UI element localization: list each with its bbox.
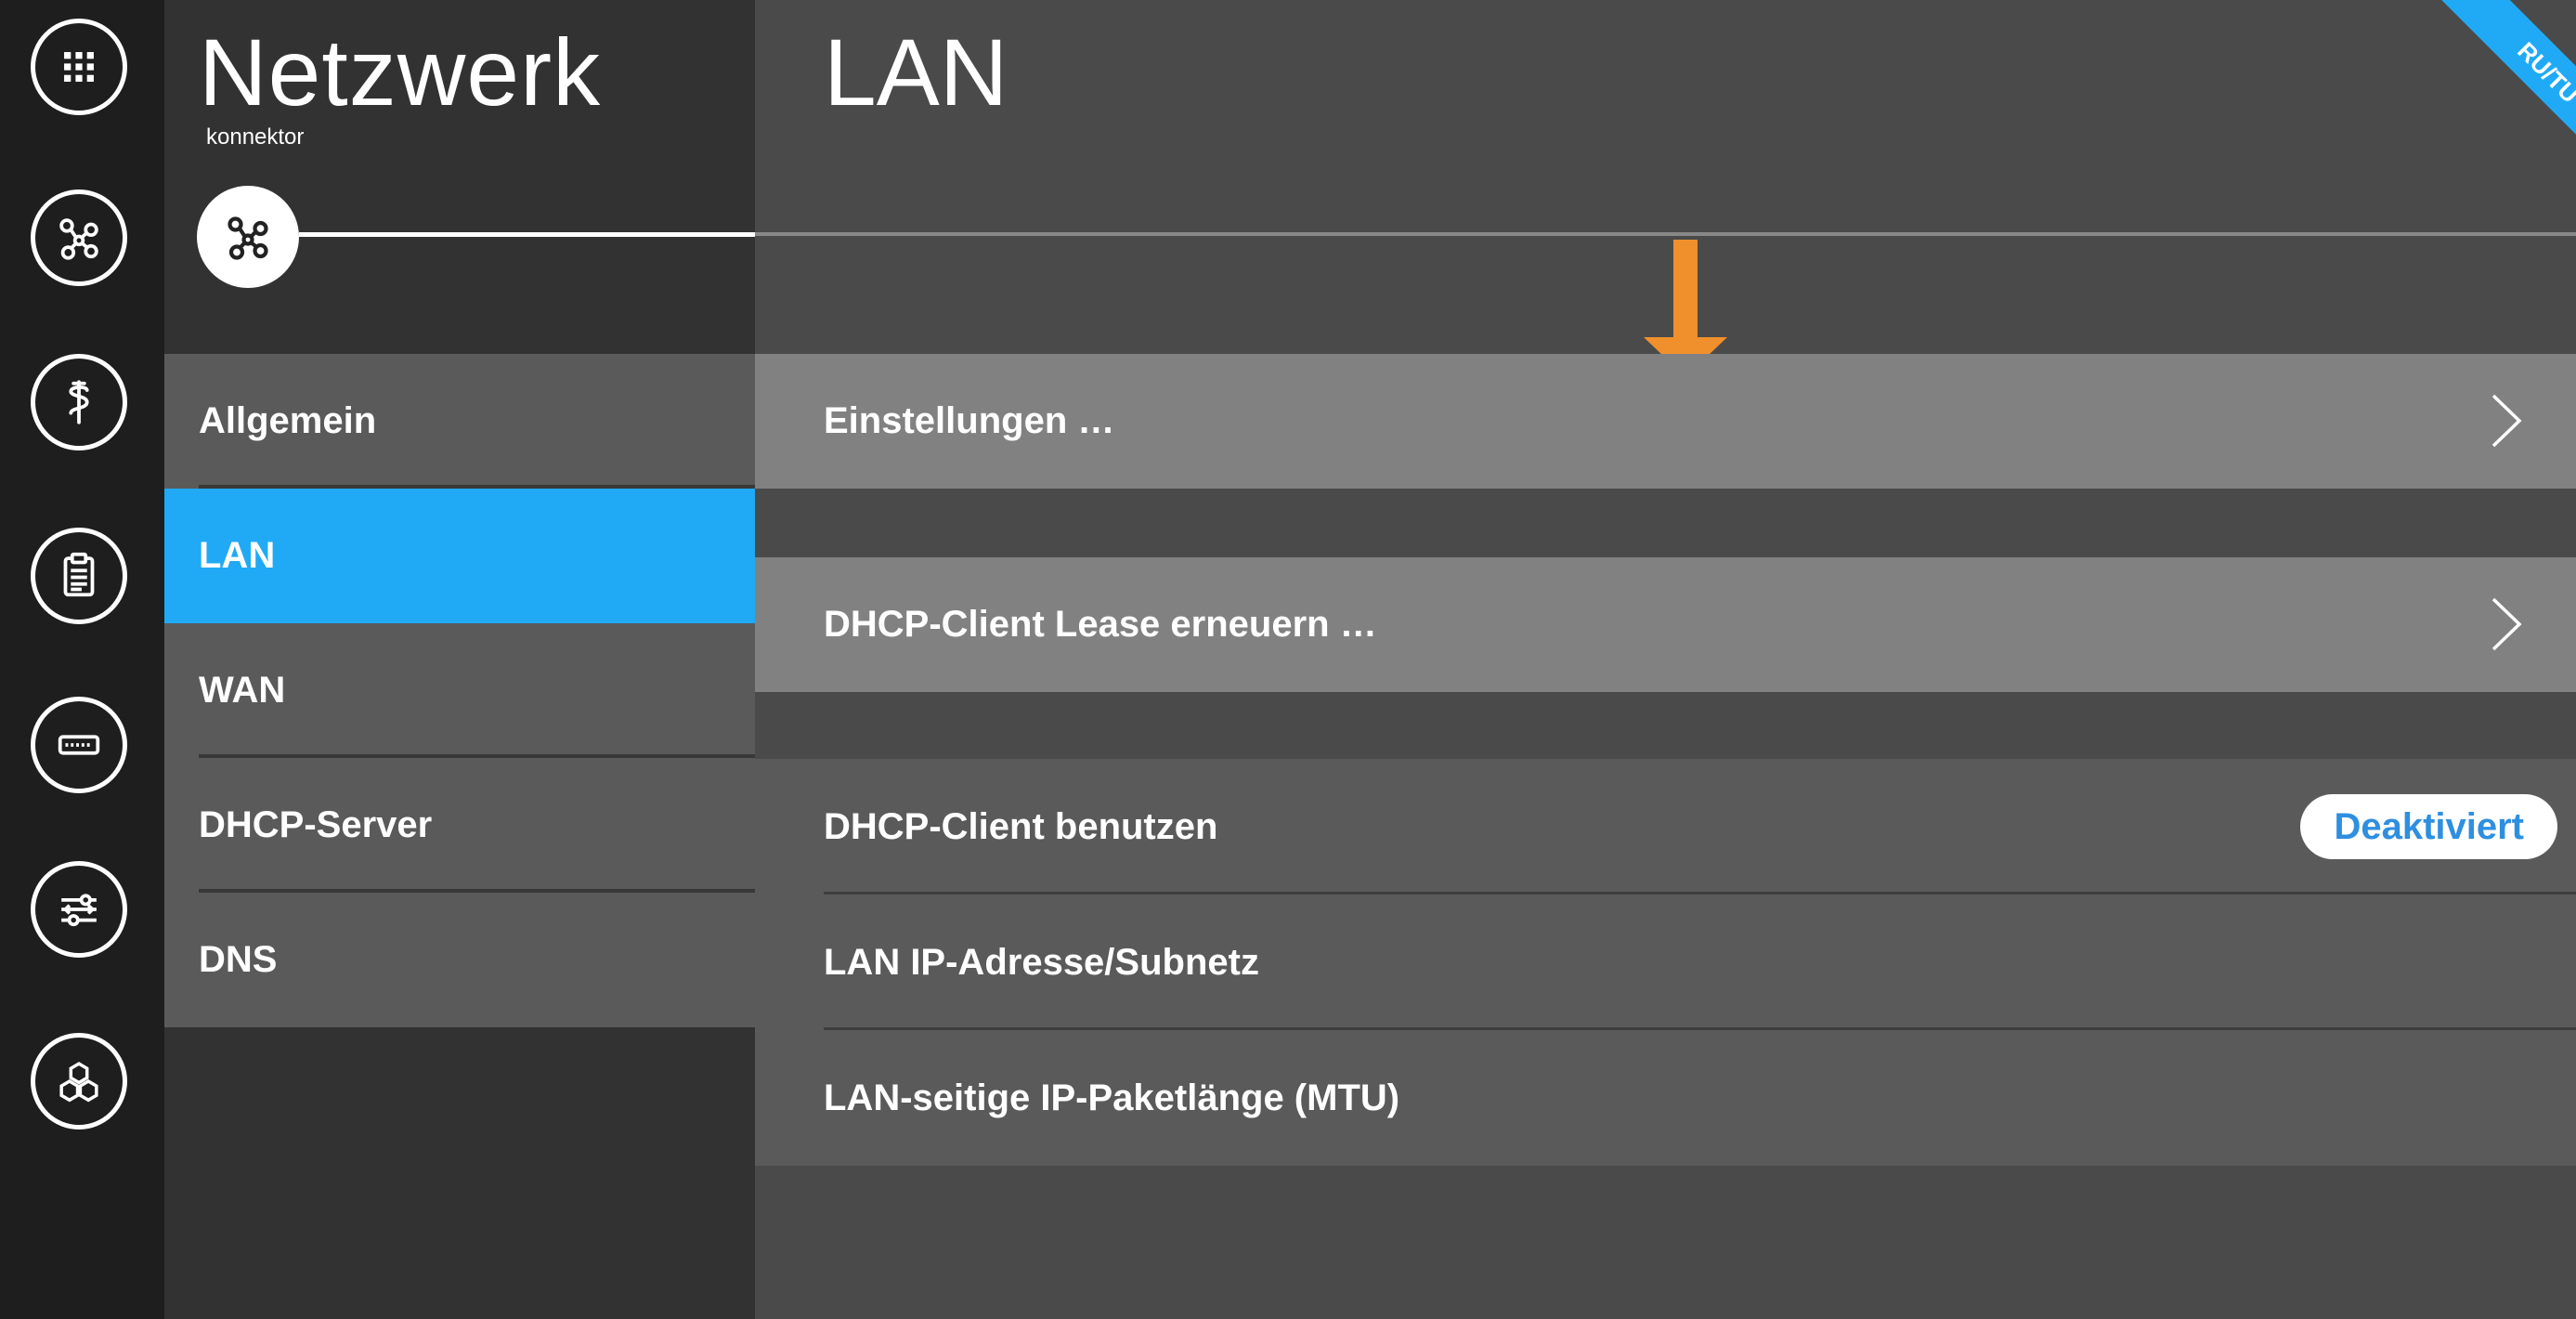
sidebar: Netzwerk konnektor Allgemein LAN WAN DHC… xyxy=(164,0,755,1319)
chevron-right-icon xyxy=(2491,597,2522,651)
hexagons-icon[interactable] xyxy=(31,1033,127,1130)
lan-ip-subnet-label: LAN IP-Adresse/Subnetz xyxy=(824,941,1259,983)
dhcp-client-toggle[interactable]: Deaktiviert xyxy=(2300,794,2557,859)
sidebar-item-dns[interactable]: DNS xyxy=(164,893,755,1027)
sidebar-item-label: DNS xyxy=(199,939,278,980)
clipboard-icon[interactable] xyxy=(31,528,127,624)
settings-sliders-icon[interactable] xyxy=(31,861,127,958)
environment-ribbon: RU/TU xyxy=(2427,0,2576,149)
apps-grid-icon[interactable] xyxy=(31,19,127,115)
sidebar-item-label: WAN xyxy=(199,670,286,711)
lan-mtu-label: LAN-seitige IP-Paketlänge (MTU) xyxy=(824,1077,1400,1118)
header-divider xyxy=(755,232,2576,236)
dhcp-client-label: DHCP-Client benutzen xyxy=(824,805,1218,847)
sidebar-item-label: Allgemein xyxy=(199,400,377,441)
einstellungen-row[interactable]: Einstellungen … xyxy=(755,354,2576,489)
sidebar-item-label: LAN xyxy=(199,535,276,576)
chevron-right-icon xyxy=(2491,394,2522,448)
network-badge-icon xyxy=(197,186,299,288)
sidebar-title: Netzwerk xyxy=(199,20,602,125)
sidebar-menu: Allgemein LAN WAN DHCP-Server DNS xyxy=(164,354,755,1027)
sidebar-item-dhcp-server[interactable]: DHCP-Server xyxy=(164,758,755,893)
list-item: LAN IP-Adresse/Subnetz xyxy=(755,895,2576,1030)
sidebar-divider xyxy=(299,232,755,237)
main-panel: LAN RU/TU Einstellungen … DHCP-Client Le… xyxy=(755,0,2576,1319)
dhcp-lease-renew-label: DHCP-Client Lease erneuern … xyxy=(824,604,1377,645)
environment-ribbon-label: RU/TU xyxy=(2439,0,2576,149)
sidebar-item-allgemein[interactable]: Allgemein xyxy=(164,354,755,489)
list-item: DHCP-Client benutzen Deaktiviert xyxy=(755,759,2576,895)
lan-properties-list: DHCP-Client benutzen Deaktiviert LAN IP-… xyxy=(755,759,2576,1166)
sidebar-item-label: DHCP-Server xyxy=(199,804,433,845)
sidebar-item-wan[interactable]: WAN xyxy=(164,623,755,758)
network-icon[interactable] xyxy=(31,189,127,286)
health-icon[interactable] xyxy=(31,354,127,451)
device-port-icon[interactable] xyxy=(31,697,127,793)
dhcp-lease-renew-row[interactable]: DHCP-Client Lease erneuern … xyxy=(755,557,2576,692)
page-title: LAN xyxy=(824,20,1008,125)
icon-rail xyxy=(0,0,164,1319)
sidebar-subtitle: konnektor xyxy=(206,124,305,150)
sidebar-item-lan[interactable]: LAN xyxy=(164,489,755,623)
list-item: LAN-seitige IP-Paketlänge (MTU) xyxy=(755,1030,2576,1166)
einstellungen-label: Einstellungen … xyxy=(824,400,1115,441)
